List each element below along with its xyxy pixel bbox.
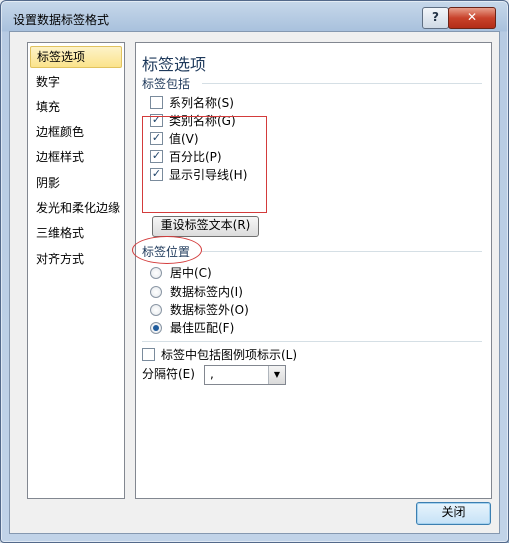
checkbox-legend-key[interactable]: 标签中包括图例项标示(L): [142, 346, 297, 364]
close-button[interactable]: 关闭: [416, 502, 491, 525]
radio-circle[interactable]: [150, 266, 162, 279]
checkbox-label: 标签中包括图例项标示(L): [161, 348, 298, 362]
checkbox-box[interactable]: [150, 96, 163, 109]
sidebar-item-3d-format[interactable]: 三维格式: [30, 222, 122, 244]
radio-label: 居中(C): [170, 266, 212, 280]
radio-label: 数据标签外(O): [170, 303, 249, 317]
sidebar-item-border-color[interactable]: 边框颜色: [30, 121, 122, 143]
sidebar-item-fill[interactable]: 填充: [30, 96, 122, 118]
sidebar-item-shadow[interactable]: 阴影: [30, 172, 122, 194]
close-window-button[interactable]: ✕: [448, 7, 496, 29]
options-panel: 标签选项 标签包括 系列名称(S) ✓ 类别名称(G) ✓ 值(V) ✓ 百分比(P)…: [132, 42, 492, 499]
dialog-window: 设置数据标签格式 ? ✕ 标签选项 数字 填充 边框颜色 边框样式 阴影 发光和…: [0, 0, 509, 543]
help-button[interactable]: ?: [422, 7, 449, 29]
radio-circle[interactable]: [150, 303, 162, 316]
annotation-red-rectangle: [142, 116, 267, 213]
radio-circle-selected[interactable]: [150, 321, 162, 334]
category-list: 标签选项 数字 填充 边框颜色 边框样式 阴影 发光和柔化边缘 三维格式 对齐方…: [27, 42, 125, 499]
separator-label: 分隔符(E): [142, 367, 195, 381]
section-divider: [202, 83, 482, 84]
sidebar-item-glow[interactable]: 发光和柔化边缘: [30, 197, 122, 219]
separator-value: ,: [210, 367, 214, 381]
radio-label: 最佳匹配(F): [170, 321, 235, 335]
radio-center[interactable]: 居中(C): [150, 264, 212, 282]
section-divider: [202, 251, 482, 252]
radio-best-fit[interactable]: 最佳匹配(F): [150, 319, 234, 337]
sidebar-item-alignment[interactable]: 对齐方式: [30, 248, 122, 270]
checkbox-label: 系列名称(S): [169, 96, 234, 110]
chevron-down-icon[interactable]: ▼: [268, 366, 285, 384]
radio-inside-end[interactable]: 数据标签内(I): [150, 283, 243, 301]
radio-label: 数据标签内(I): [170, 285, 243, 299]
section-label-contains: 标签包括: [142, 77, 191, 91]
separator-dropdown[interactable]: , ▼: [204, 365, 286, 385]
title-bar[interactable]: 设置数据标签格式 ? ✕: [1, 1, 508, 31]
radio-circle[interactable]: [150, 285, 162, 298]
sidebar-item-number[interactable]: 数字: [30, 71, 122, 93]
checkbox-box[interactable]: [142, 348, 155, 361]
dialog-body: 标签选项 数字 填充 边框颜色 边框样式 阴影 发光和柔化边缘 三维格式 对齐方…: [9, 31, 500, 534]
sidebar-item-label-options[interactable]: 标签选项: [30, 46, 122, 68]
radio-outside-end[interactable]: 数据标签外(O): [150, 301, 249, 319]
section-divider: [142, 341, 482, 342]
sidebar-item-border-style[interactable]: 边框样式: [30, 146, 122, 168]
checkbox-series-name[interactable]: 系列名称(S): [150, 94, 234, 112]
panel-heading: 标签选项: [142, 55, 207, 74]
reset-label-text-button[interactable]: 重设标签文本(R): [152, 216, 259, 237]
window-title: 设置数据标签格式: [13, 13, 110, 27]
annotation-red-ellipse: [132, 236, 202, 264]
